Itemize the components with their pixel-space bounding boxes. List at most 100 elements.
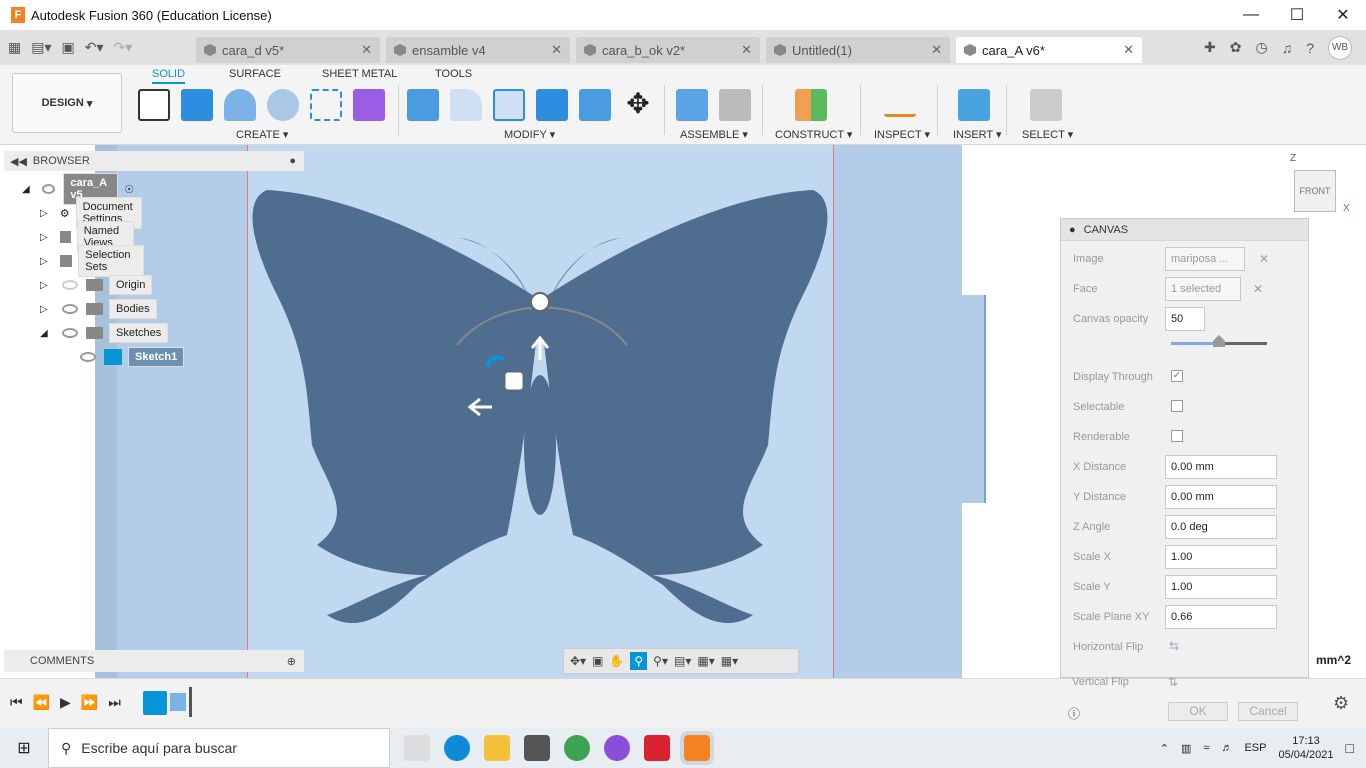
tab-tools[interactable]: TOOLS xyxy=(435,68,472,80)
add-comment-icon[interactable]: ⊕ xyxy=(287,655,296,668)
tab-surface[interactable]: SURFACE xyxy=(229,68,281,80)
clear-image-icon[interactable]: ✕ xyxy=(1259,252,1269,266)
fillet-icon[interactable] xyxy=(450,89,482,121)
chrome-icon[interactable] xyxy=(564,735,590,761)
go-to-end-icon[interactable]: ⏭ xyxy=(108,694,121,711)
store-icon[interactable] xyxy=(524,735,550,761)
browser-toggle-icon[interactable]: ● xyxy=(289,155,296,167)
extensions-icon[interactable]: ✿ xyxy=(1230,39,1242,56)
tree-item-named-views[interactable]: ▷ Named Views xyxy=(40,221,135,253)
system-clock[interactable]: 17:13 05/04/2021 xyxy=(1278,734,1333,762)
timeline-settings-icon[interactable]: ⚙ xyxy=(1333,693,1349,714)
wifi-icon[interactable]: ≈ xyxy=(1203,742,1209,754)
new-tab-icon[interactable]: ✚ xyxy=(1204,39,1216,56)
tab-solid[interactable]: SOLID xyxy=(152,68,186,84)
network-icon[interactable]: ▥ xyxy=(1181,742,1191,755)
close-tab-icon[interactable]: ✕ xyxy=(551,42,562,58)
pan-icon[interactable]: ✋ xyxy=(609,654,624,668)
collapse-icon[interactable]: ◢ xyxy=(22,184,30,195)
face-select[interactable]: 1 selected xyxy=(1165,277,1241,301)
clear-face-icon[interactable]: ✕ xyxy=(1253,282,1263,296)
create-menu[interactable]: CREATE ▾ xyxy=(236,128,288,141)
tab-cara-a[interactable]: cara_A v6* ✕ xyxy=(956,37,1142,63)
look-at-icon[interactable]: ▣ xyxy=(592,654,603,668)
press-pull-icon[interactable] xyxy=(407,89,439,121)
tray-chevron-icon[interactable]: ⌃ xyxy=(1160,742,1169,755)
visibility-icon[interactable] xyxy=(62,328,78,338)
language-indicator[interactable]: ESP xyxy=(1244,742,1266,754)
create-sketch-icon[interactable] xyxy=(138,89,170,121)
help-icon[interactable]: ? xyxy=(1306,40,1314,56)
file-menu-icon[interactable]: ▤▾ xyxy=(31,39,51,56)
fusion-taskbar-icon[interactable] xyxy=(680,731,714,765)
collapse-dialog-icon[interactable]: ● xyxy=(1069,224,1076,236)
collapse-browser-icon[interactable]: ◀◀ xyxy=(10,155,27,168)
view-cube[interactable]: FRONT xyxy=(1294,170,1336,212)
joint-icon[interactable] xyxy=(719,89,751,121)
cancel-button[interactable]: Cancel xyxy=(1238,702,1298,721)
orbit-icon[interactable]: ✥▾ xyxy=(570,654,586,668)
design-workspace-button[interactable]: DESIGN ▾ xyxy=(12,73,122,133)
hole-icon[interactable] xyxy=(267,89,299,121)
close-tab-icon[interactable]: ✕ xyxy=(931,42,942,58)
insert-canvas-icon[interactable] xyxy=(958,89,990,121)
image-select[interactable]: mariposa ... xyxy=(1165,247,1245,271)
tree-item-sketch1[interactable]: Sketch1 xyxy=(80,347,185,367)
shell-icon[interactable] xyxy=(493,89,525,121)
offset-plane-icon[interactable] xyxy=(795,89,827,121)
close-window-button[interactable]: ✕ xyxy=(1320,0,1366,30)
collapse-icon[interactable]: ◢ xyxy=(40,328,50,339)
measure-icon[interactable] xyxy=(884,97,916,117)
tree-item-bodies[interactable]: ▷ Bodies xyxy=(40,299,157,319)
tab-sheet-metal[interactable]: SHEET METAL xyxy=(322,68,397,80)
tree-item-document-settings[interactable]: ▷ ⚙ Document Settings xyxy=(40,197,143,229)
zoom-window-icon[interactable]: ⚲▾ xyxy=(653,654,668,668)
step-back-icon[interactable]: ⏪ xyxy=(33,694,50,711)
comments-panel-header[interactable]: COMMENTS ⊕ xyxy=(4,650,304,672)
tree-item-origin[interactable]: ▷ Origin xyxy=(40,275,153,295)
y-distance-input[interactable]: 0.00 mm xyxy=(1165,485,1277,509)
display-settings-icon[interactable]: ▤▾ xyxy=(674,654,691,668)
step-forward-icon[interactable]: ⏩ xyxy=(81,694,98,711)
vpn-icon[interactable] xyxy=(604,735,630,761)
expand-icon[interactable]: ▷ xyxy=(40,232,48,243)
timeline-canvas-icon[interactable] xyxy=(170,693,186,711)
maximize-button[interactable]: ☐ xyxy=(1274,0,1320,30)
3d-viewport[interactable]: ◀◀ BROWSER ● ◢ cara_A v5 ☉ ▷ ⚙ Document Sett… xyxy=(0,145,1366,678)
revolve-icon[interactable] xyxy=(224,89,256,121)
inspect-menu[interactable]: INSPECT ▾ xyxy=(874,128,930,141)
scale-x-input[interactable]: 1.00 xyxy=(1165,545,1277,569)
timeline-sketch-icon[interactable] xyxy=(143,691,167,715)
opacity-slider-thumb[interactable] xyxy=(1213,335,1225,347)
visibility-icon[interactable] xyxy=(41,184,56,194)
selectable-checkbox[interactable] xyxy=(1171,400,1183,412)
close-tab-icon[interactable]: ✕ xyxy=(1123,42,1134,58)
grid-settings-icon[interactable]: ▦▾ xyxy=(697,654,714,668)
volume-icon[interactable]: ♬ xyxy=(1221,742,1232,754)
activate-icon[interactable]: ☉ xyxy=(124,183,134,196)
tree-item-sketches[interactable]: ◢ Sketches xyxy=(40,323,169,343)
save-icon[interactable]: ▣ xyxy=(62,39,75,56)
tree-root[interactable]: ◢ cara_A v5 ☉ xyxy=(22,173,134,205)
expand-icon[interactable]: ▷ xyxy=(40,304,50,315)
z-angle-input[interactable]: 0.0 deg xyxy=(1165,515,1277,539)
expand-icon[interactable]: ▷ xyxy=(40,208,48,219)
visibility-icon[interactable] xyxy=(80,352,96,362)
scale-plane-input[interactable]: 0.66 xyxy=(1165,605,1277,629)
apps-grid-icon[interactable]: ▦ xyxy=(8,39,21,56)
zoom-icon[interactable]: ⚲ xyxy=(630,652,648,670)
windows-start-icon[interactable]: ⊞ xyxy=(0,738,48,758)
select-icon[interactable] xyxy=(1030,89,1062,121)
viewports-icon[interactable]: ▦▾ xyxy=(721,654,738,668)
avatar[interactable]: WB xyxy=(1328,35,1352,60)
visibility-icon[interactable] xyxy=(62,304,78,314)
horizontal-flip-icon[interactable]: ⇆ xyxy=(1169,639,1179,653)
pattern-icon[interactable] xyxy=(310,89,342,121)
insert-menu[interactable]: INSERT ▾ xyxy=(953,128,1002,141)
display-through-checkbox[interactable]: ✓ xyxy=(1171,370,1183,382)
assemble-menu[interactable]: ASSEMBLE ▾ xyxy=(680,128,748,141)
go-to-start-icon[interactable]: ⏮ xyxy=(10,694,23,711)
task-view-icon[interactable] xyxy=(404,735,430,761)
redstar-icon[interactable] xyxy=(644,735,670,761)
modify-menu[interactable]: MODIFY ▾ xyxy=(504,128,555,141)
